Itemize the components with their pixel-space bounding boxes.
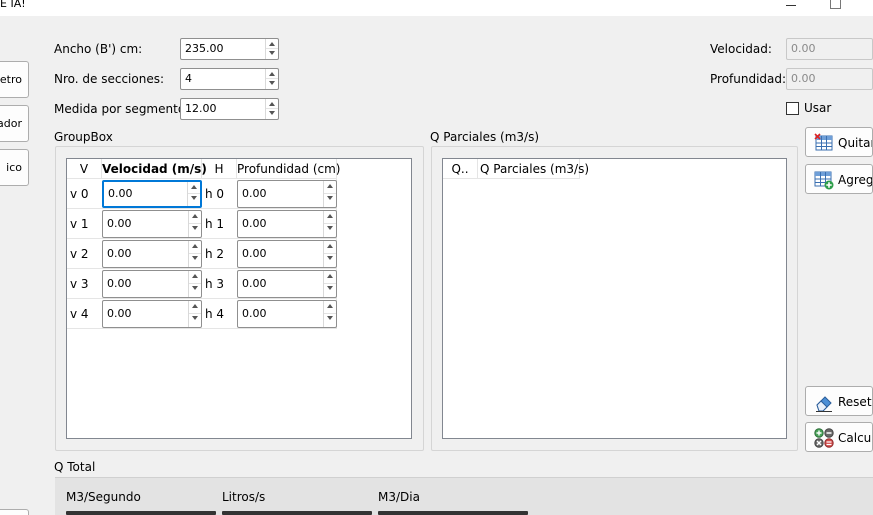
- spin-down-icon[interactable]: [324, 284, 336, 294]
- ancho-label: Ancho (B') cm:: [54, 42, 143, 56]
- header-profundidad: Profundidad (cm): [237, 159, 340, 179]
- row-v-label: v 3: [70, 277, 89, 291]
- spin-down-icon[interactable]: [324, 314, 336, 324]
- row-v-label: v 4: [70, 307, 89, 321]
- spin-up-icon[interactable]: [189, 301, 201, 314]
- title-bar: E IA!: [0, 0, 873, 16]
- spin-up-icon[interactable]: [188, 182, 200, 194]
- calculator-icon: [814, 428, 834, 448]
- spin-down-icon[interactable]: [324, 224, 336, 234]
- spin-down-icon[interactable]: [324, 254, 336, 264]
- reset-button[interactable]: Reset: [805, 386, 873, 416]
- profundidad-input[interactable]: 0.00: [237, 270, 337, 298]
- spin-down-icon[interactable]: [266, 49, 278, 59]
- header-q: Q..: [443, 159, 478, 179]
- side-button-1[interactable]: etro: [0, 61, 29, 98]
- spin-down-icon[interactable]: [189, 224, 201, 234]
- row-h-label: h 1: [205, 217, 225, 231]
- velocidad-spinbox[interactable]: 0.00: [786, 38, 873, 60]
- groupbox-title: GroupBox: [54, 130, 113, 144]
- header-q-parciales: Q Parciales (m3/s): [478, 159, 589, 179]
- spin-up-icon[interactable]: [189, 211, 201, 224]
- calcular-button[interactable]: Calcula: [805, 422, 873, 452]
- table-add-icon: [814, 171, 834, 190]
- row-h-label: h 3: [205, 277, 225, 291]
- litros-label: Litros/s: [222, 490, 266, 504]
- velocidad-input[interactable]: 0.00: [102, 210, 202, 238]
- row-v-label: v 1: [70, 217, 89, 231]
- segmento-label: Medida por segmento:: [54, 102, 190, 116]
- row-h-label: h 2: [205, 247, 225, 261]
- secciones-label: Nro. de secciones:: [54, 72, 165, 86]
- row-v-label: v 0: [70, 187, 89, 201]
- row-h-label: h 0: [205, 187, 225, 201]
- spin-down-icon[interactable]: [188, 194, 200, 204]
- header-h: H: [202, 159, 237, 179]
- header-velocidad: Velocidad (m/s): [102, 159, 207, 179]
- table-remove-icon: [814, 133, 833, 151]
- qtotal-title: Q Total: [54, 460, 96, 474]
- profundidad-input[interactable]: 0.00: [237, 300, 337, 328]
- header-v: V: [67, 159, 102, 179]
- side-button-3[interactable]: ico: [0, 149, 29, 186]
- parciales-header: Q.. Q Parciales (m3/s): [443, 159, 589, 179]
- velocidad-input[interactable]: 0.00: [102, 300, 202, 328]
- profundidad-label: Profundidad:: [710, 72, 787, 86]
- row-v-label: v 2: [70, 247, 89, 261]
- spin-up-icon[interactable]: [189, 241, 201, 254]
- spin-up-icon[interactable]: [266, 39, 278, 49]
- minimize-icon[interactable]: [783, 3, 799, 11]
- m3-dia-label: M3/Dia: [378, 490, 420, 504]
- spin-down-icon[interactable]: [189, 284, 201, 294]
- m3-segundo-label: M3/Segundo: [66, 490, 141, 504]
- m3-dia-display: [378, 511, 528, 515]
- segmento-spinbox[interactable]: 12.00: [180, 98, 279, 120]
- profundidad-input[interactable]: 0.00: [237, 180, 337, 208]
- m3-segundo-display: [66, 511, 216, 515]
- spin-down-icon[interactable]: [266, 109, 278, 119]
- spin-up-icon[interactable]: [266, 69, 278, 79]
- spin-up-icon[interactable]: [324, 301, 336, 314]
- spin-down-icon[interactable]: [266, 79, 278, 89]
- profundidad-spinbox[interactable]: 0.00: [786, 68, 873, 90]
- table-header: V Velocidad (m/s) H Profundidad (cm): [67, 159, 340, 179]
- parciales-title: Q Parciales (m3/s): [430, 130, 540, 144]
- side-button-2[interactable]: ador: [0, 105, 29, 142]
- spin-up-icon[interactable]: [189, 271, 201, 284]
- side-button-4[interactable]: [0, 509, 29, 515]
- eraser-icon: [816, 396, 832, 412]
- parciales-table: Q.. Q Parciales (m3/s): [442, 158, 787, 439]
- secciones-spinbox[interactable]: 4: [180, 68, 279, 90]
- usar-checkbox[interactable]: [786, 102, 799, 115]
- spin-down-icon[interactable]: [189, 314, 201, 324]
- spin-down-icon[interactable]: [189, 254, 201, 264]
- ancho-spinbox[interactable]: 235.00: [180, 38, 279, 60]
- spin-up-icon[interactable]: [324, 181, 336, 194]
- usar-label: Usar: [804, 101, 832, 115]
- profundidad-input[interactable]: 0.00: [237, 210, 337, 238]
- spin-up-icon[interactable]: [324, 271, 336, 284]
- velocidad-label: Velocidad:: [710, 42, 772, 56]
- spin-up-icon[interactable]: [266, 99, 278, 109]
- row-h-label: h 4: [205, 307, 225, 321]
- window-title: E IA!: [0, 0, 26, 10]
- qtotal-panel: [55, 477, 873, 515]
- quitar-button[interactable]: Quitar: [805, 127, 873, 157]
- spin-up-icon[interactable]: [324, 241, 336, 254]
- profundidad-input[interactable]: 0.00: [237, 240, 337, 268]
- velocidad-input[interactable]: 0.00: [102, 180, 202, 208]
- velocity-table: V Velocidad (m/s) H Profundidad (cm) v 0…: [66, 158, 412, 439]
- maximize-icon[interactable]: [827, 0, 841, 9]
- spin-up-icon[interactable]: [324, 211, 336, 224]
- spin-down-icon[interactable]: [324, 194, 336, 204]
- velocidad-input[interactable]: 0.00: [102, 270, 202, 298]
- agregar-button[interactable]: Agrega: [805, 164, 873, 194]
- velocidad-input[interactable]: 0.00: [102, 240, 202, 268]
- litros-display: [222, 511, 372, 515]
